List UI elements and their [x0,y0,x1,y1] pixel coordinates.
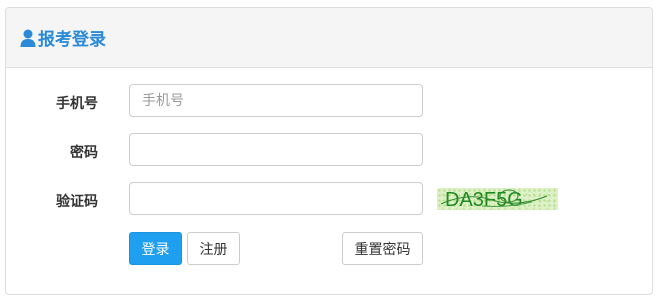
password-input[interactable] [129,133,423,166]
panel-heading: 报考登录 [6,8,652,68]
password-label: 密码 [70,145,98,161]
user-icon [20,29,36,47]
phone-label: 手机号 [56,96,98,112]
login-button[interactable]: 登录 [129,232,182,265]
captcha-input[interactable] [129,182,423,215]
panel-title: 报考登录 [38,30,106,50]
captcha-noise-lines [440,189,548,207]
login-panel: 报考登录 手机号 密码 验证码 DA3F5G 登录 注册 重置密码 [5,7,653,295]
register-button[interactable]: 注册 [187,232,240,265]
phone-input[interactable] [129,84,423,117]
captcha-label: 验证码 [56,194,98,210]
reset-password-button[interactable]: 重置密码 [342,232,423,265]
captcha-image[interactable]: DA3F5G [437,188,558,210]
